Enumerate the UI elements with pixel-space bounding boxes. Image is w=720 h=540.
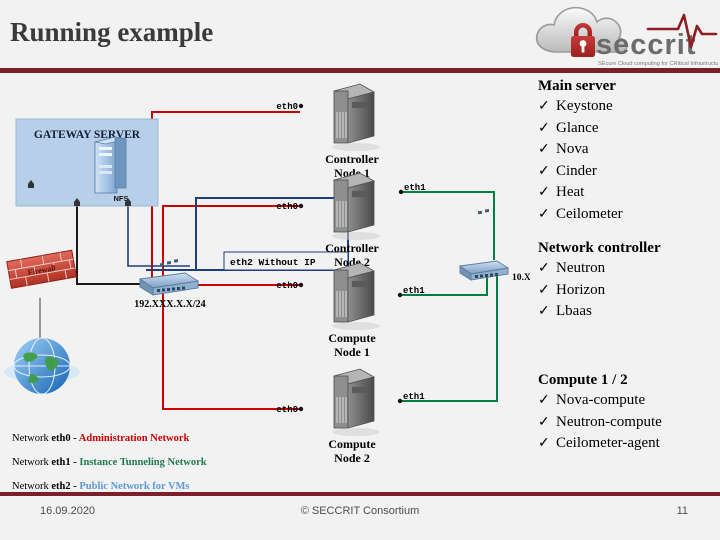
network-legend: Network eth0 - Administration Network Ne… <box>12 427 262 499</box>
list-item: ✓ Keystone <box>538 96 623 118</box>
iface-eth0: eth0 <box>276 405 298 415</box>
node-name-line2: Node 1 <box>334 345 370 359</box>
list-item: ✓ Heat <box>538 182 623 204</box>
node-controller-1: eth0 Controller Node 1 <box>276 83 380 180</box>
check-icon: ✓ <box>538 163 550 179</box>
list-item-label: Nova-compute <box>556 392 646 408</box>
list-item-label: Glance <box>556 119 599 136</box>
legend-prefix: Network <box>12 481 52 492</box>
switch-192-label: 192.XXX.X.X/24 <box>134 299 205 310</box>
check-icon: ✓ <box>538 304 550 319</box>
list-item: ✓ Ceilometer-agent <box>538 433 662 455</box>
server-icon <box>332 172 380 240</box>
check-icon: ✓ <box>538 436 550 451</box>
legend-network-name: Instance Tunneling Network <box>79 457 207 468</box>
seccrit-logo: seccrit SEcure Cloud computing for CRiti… <box>528 2 718 68</box>
network-diagram: GATEWAY SERVER NFS Firewall 192.XXX.X.X/… <box>0 76 530 476</box>
footer-divider <box>0 492 720 496</box>
slide-footer: 16.09.2020 © SECCRIT Consortium 11 <box>0 505 720 529</box>
legend-interface: eth2 <box>51 481 71 492</box>
link-gateway-switch <box>76 206 148 285</box>
legend-prefix: Network <box>12 433 52 444</box>
check-icon: ✓ <box>538 99 550 114</box>
legend-network-name: Public Network for VMs <box>79 481 190 492</box>
switch-10-label: 10.X.X.X/24 <box>512 273 530 283</box>
panel-network-controller-title: Network controller <box>538 240 661 256</box>
iface-eth0: eth0 <box>276 102 298 112</box>
list-item-label: Heat <box>556 184 585 200</box>
server-icon <box>332 368 380 436</box>
check-icon: ✓ <box>538 393 550 408</box>
list-item: ✓ Cinder <box>538 161 623 183</box>
list-item: ✓ Neutron <box>538 258 661 280</box>
server-icon <box>332 83 380 151</box>
legend-prefix: Network <box>12 457 52 468</box>
internet-globe-icon <box>4 337 80 395</box>
check-icon: ✓ <box>538 142 550 157</box>
panel-compute-list: ✓ Nova-compute ✓ Neutron-compute ✓ Ceilomet… <box>538 390 662 455</box>
check-icon: ✓ <box>538 185 550 200</box>
list-item-label: Ceilometer <box>556 205 623 222</box>
firewall-icon: Firewall <box>6 249 78 289</box>
slide-root: Running example seccrit SEcure Cloud com… <box>0 0 720 540</box>
nfs-server-icon <box>94 136 127 194</box>
svg-text:eth2 Without IP: eth2 Without IP <box>230 257 316 268</box>
node-name-line1: Compute <box>328 437 376 451</box>
list-item: ✓ Ceilometer <box>538 204 623 226</box>
link-gateway-public <box>127 206 190 267</box>
list-item-label: Neutron <box>556 260 606 276</box>
panel-main-server-list: ✓ Keystone ✓ Glance ✓ Nova ✓ Cinder ✓ Heat ✓ C… <box>538 96 623 225</box>
list-item: ✓ Glance <box>538 118 623 140</box>
iface-eth1: eth1 <box>404 183 426 193</box>
footer-page-number: 11 <box>676 505 688 517</box>
panel-network-controller: Network controller ✓ Neutron ✓ Horizon ✓ Lb… <box>538 240 661 323</box>
logo-wordmark: seccrit <box>596 29 697 61</box>
list-item-label: Cinder <box>556 162 597 179</box>
legend-row: Network eth1 - Instance Tunneling Networ… <box>12 451 262 475</box>
check-icon: ✓ <box>538 282 550 298</box>
legend-interface: eth1 <box>51 457 71 468</box>
iface-eth0: eth0 <box>276 281 298 291</box>
list-item-label: Ceilometer-agent <box>556 435 660 451</box>
legend-interface: eth0 <box>51 433 71 444</box>
list-item-label: Lbaas <box>556 303 592 319</box>
panel-compute: Compute 1 / 2 ✓ Nova-compute ✓ Neutron-com… <box>538 372 662 455</box>
node-compute-1: eth0 eth1 Compute Node 1 <box>276 262 425 359</box>
node-compute-2: eth0 eth1 Compute Node 2 <box>276 368 425 465</box>
list-item-label: Keystone <box>556 98 613 114</box>
node-name-line1: Compute <box>328 331 376 345</box>
node-name-line2: Node 2 <box>334 451 370 465</box>
list-item: ✓ Neutron-compute <box>538 412 662 434</box>
list-item: ✓ Lbaas <box>538 301 661 323</box>
logo-tagline: SEcure Cloud computing for CRitical Infr… <box>598 61 718 67</box>
legend-row: Network eth0 - Administration Network <box>12 427 262 451</box>
legend-dash: - <box>70 433 79 444</box>
server-icon <box>332 262 380 330</box>
iface-eth0: eth0 <box>276 202 298 212</box>
footer-copyright: © SECCRIT Consortium <box>300 505 420 517</box>
legend-network-name: Administration Network <box>78 433 190 444</box>
panel-main-server: Main server ✓ Keystone ✓ Glance ✓ Nova ✓ Cin… <box>538 78 623 225</box>
check-icon: ✓ <box>538 120 550 136</box>
panel-network-controller-list: ✓ Neutron ✓ Horizon ✓ Lbaas <box>538 258 661 323</box>
node-name-line1: Controller <box>325 241 379 255</box>
page-title: Running example <box>10 17 214 47</box>
gateway-server-box: GATEWAY SERVER NFS <box>15 118 159 207</box>
iface-eth1: eth1 <box>403 286 425 296</box>
iface-eth1: eth1 <box>403 392 425 402</box>
list-item: ✓ Horizon <box>538 280 661 302</box>
header-divider <box>0 68 720 73</box>
list-item-label: Horizon <box>556 281 606 298</box>
link-eth1-tunnel <box>400 191 498 402</box>
panel-compute-title: Compute 1 / 2 <box>538 372 628 388</box>
node-name-line1: Controller <box>325 152 379 166</box>
check-icon: ✓ <box>538 414 550 430</box>
list-item-label: Neutron-compute <box>556 413 662 430</box>
check-icon: ✓ <box>538 261 550 276</box>
check-icon: ✓ <box>538 206 550 222</box>
list-item-label: Nova <box>556 141 589 157</box>
list-item: ✓ Nova <box>538 139 623 161</box>
panel-main-server-title: Main server <box>538 78 616 94</box>
list-item: ✓ Nova-compute <box>538 390 662 412</box>
